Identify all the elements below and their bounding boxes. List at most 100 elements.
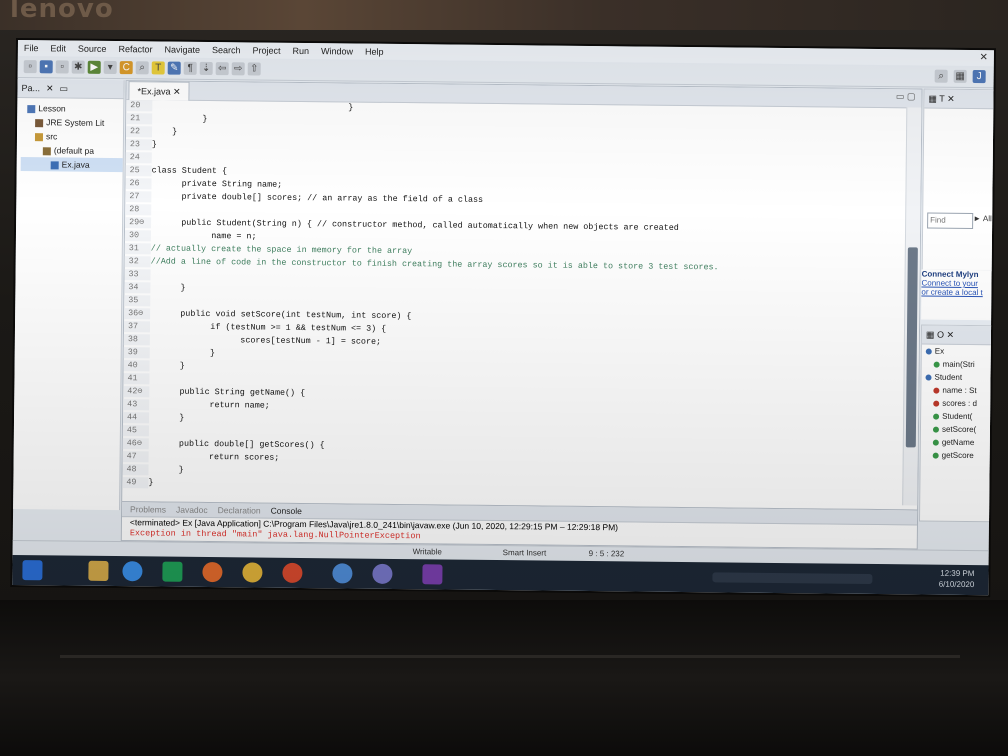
app-icon[interactable] xyxy=(372,563,393,584)
java-perspective-icon[interactable]: J xyxy=(972,69,986,84)
menu-item-search[interactable]: Search xyxy=(212,45,241,55)
code-line[interactable]: 25 class Student { xyxy=(125,165,227,177)
menu-item-edit[interactable]: Edit xyxy=(50,43,66,53)
system-clock[interactable]: 12:39 PM 6/10/2020 xyxy=(939,568,975,590)
code-line[interactable]: 32//Add a line of code in the constructo… xyxy=(124,256,719,273)
run-dropdown-icon[interactable]: ▾ xyxy=(103,60,117,75)
code-line[interactable]: 24 xyxy=(125,152,152,164)
onenote-icon[interactable] xyxy=(422,564,443,585)
debug-icon[interactable]: ✱ xyxy=(71,60,85,74)
store-icon[interactable] xyxy=(162,561,183,582)
code-line[interactable]: 44 } xyxy=(122,412,184,424)
outline-item[interactable]: setScore( xyxy=(921,422,991,436)
toggle-icon[interactable]: ¶ xyxy=(183,61,197,75)
tree-item-jre[interactable]: JRE System Lit xyxy=(21,115,123,130)
start-icon[interactable] xyxy=(22,560,43,581)
code-line[interactable]: 28 xyxy=(125,204,152,216)
code-line[interactable]: 20 } xyxy=(126,100,353,113)
close-icon[interactable]: ✕ xyxy=(46,83,54,94)
code-line[interactable]: 45 xyxy=(122,425,149,437)
code-line[interactable]: 48 } xyxy=(122,464,184,476)
new-class-icon[interactable]: C xyxy=(119,61,133,75)
code-line[interactable]: 46⊖ public double[] getScores() { xyxy=(122,438,325,451)
save-icon[interactable]: ▪ xyxy=(39,60,53,74)
code-line[interactable]: 23} xyxy=(125,139,157,151)
chrome-icon[interactable] xyxy=(242,562,263,583)
tab-problems[interactable]: Problems xyxy=(130,504,166,514)
outline-item[interactable]: getName xyxy=(921,435,991,449)
outline-item[interactable]: main(Stri xyxy=(922,357,992,371)
code-line[interactable]: 21 } xyxy=(126,113,208,125)
pin-icon[interactable]: ⇧ xyxy=(247,62,261,76)
outline-item[interactable]: Student( xyxy=(921,409,991,423)
code-line[interactable]: 39 } xyxy=(123,347,215,359)
code-line[interactable]: 35 xyxy=(124,295,151,307)
firefox-icon[interactable] xyxy=(202,561,223,583)
menu-item-project[interactable]: Project xyxy=(252,45,280,55)
search-icon[interactable]: ⌕ xyxy=(135,61,149,75)
all-filter-button[interactable]: ► All xyxy=(973,214,992,223)
forward-icon[interactable]: ⇨ xyxy=(231,62,245,76)
code-line[interactable]: 41 xyxy=(123,373,150,385)
tab-javadoc[interactable]: Javadoc xyxy=(176,505,208,515)
code-line[interactable]: 49} xyxy=(122,477,153,489)
code-line[interactable]: 40 } xyxy=(123,360,185,372)
code-line[interactable]: 47 return scores; xyxy=(122,451,279,464)
code-line[interactable]: 34 } xyxy=(124,282,186,294)
edit-icon[interactable]: ✎ xyxy=(167,61,181,75)
code-line[interactable]: 22 } xyxy=(125,126,177,138)
find-input[interactable] xyxy=(927,212,974,230)
code-line[interactable]: 37 if (testNum >= 1 && testNum <= 3) { xyxy=(123,321,386,335)
minimize-icon[interactable]: ▭ xyxy=(59,83,69,94)
menu-item-file[interactable]: File xyxy=(24,43,39,53)
menu-item-source[interactable]: Source xyxy=(78,44,107,54)
new-icon[interactable]: ▫ xyxy=(23,60,37,74)
scrollbar-thumb[interactable] xyxy=(905,247,918,448)
editor-window-controls[interactable]: ▭ ▢ xyxy=(896,91,916,102)
outline-item[interactable]: scores : d xyxy=(921,396,991,410)
tree-item-default-package[interactable]: (default pa xyxy=(21,143,123,158)
code-line[interactable]: 31// actually create the space in memory… xyxy=(124,243,412,257)
brave-icon[interactable] xyxy=(282,562,303,584)
code-line[interactable]: 27 private double[] scores; // an array … xyxy=(125,191,483,206)
menu-item-refactor[interactable]: Refactor xyxy=(118,44,152,54)
code-line[interactable]: 26 private String name; xyxy=(125,178,282,191)
menu-item-window[interactable]: Window xyxy=(321,46,353,56)
code-line[interactable]: 43 return name; xyxy=(123,399,270,412)
outline-item[interactable]: getScore xyxy=(921,448,991,462)
file-explorer-icon[interactable] xyxy=(88,560,109,581)
tab-declaration[interactable]: Declaration xyxy=(218,505,261,515)
system-tray-icons[interactable] xyxy=(712,572,873,584)
annotation-icon[interactable]: ⇣ xyxy=(199,61,213,76)
outline-item[interactable]: Ex xyxy=(922,344,992,358)
save-all-icon[interactable]: ▫ xyxy=(55,60,69,74)
window-close-button[interactable]: ✕ xyxy=(979,52,988,63)
code-line[interactable]: 33 xyxy=(124,269,151,281)
task-list-icon[interactable]: ▦ T ✕ xyxy=(928,93,954,104)
outline-item[interactable]: name : St xyxy=(921,383,991,397)
mylyn-create-link[interactable]: or create a local t xyxy=(921,287,982,297)
tab-console[interactable]: Console xyxy=(271,506,302,516)
close-tab-icon[interactable]: ✕ xyxy=(173,87,181,97)
menu-item-navigate[interactable]: Navigate xyxy=(164,45,200,55)
menu-item-run[interactable]: Run xyxy=(293,46,310,56)
editor-scrollbar[interactable] xyxy=(902,107,922,506)
code-area[interactable]: 20 } 21 } 22 } 23} 24 25 class Student {26 pri… xyxy=(122,100,906,503)
run-icon[interactable]: ▶ xyxy=(87,60,101,74)
code-line[interactable]: 42⊖ public String getName() { xyxy=(123,386,305,399)
browser-icon[interactable] xyxy=(332,563,353,584)
package-explorer-title[interactable]: Pa... xyxy=(21,83,40,93)
code-line[interactable]: 30 name = n; xyxy=(124,230,257,242)
tree-item-src[interactable]: src xyxy=(21,129,123,144)
outline-icon[interactable]: ▦ O ✕ xyxy=(926,329,954,340)
open-type-icon[interactable]: T xyxy=(151,61,165,75)
code-line[interactable]: 38 scores[testNum - 1] = score; xyxy=(123,334,381,348)
outline-item[interactable]: Student xyxy=(921,370,991,384)
quick-access-icon[interactable]: ⌕ xyxy=(934,69,948,83)
edge-icon[interactable] xyxy=(122,561,143,582)
code-line[interactable]: 36⊖ public void setScore(int testNum, in… xyxy=(124,308,412,322)
tab-exjava[interactable]: *Ex.java ✕ xyxy=(128,81,190,101)
menu-item-help[interactable]: Help xyxy=(365,47,384,57)
perspective-icon[interactable]: ▦ xyxy=(953,69,967,83)
back-icon[interactable]: ⇦ xyxy=(215,62,229,76)
